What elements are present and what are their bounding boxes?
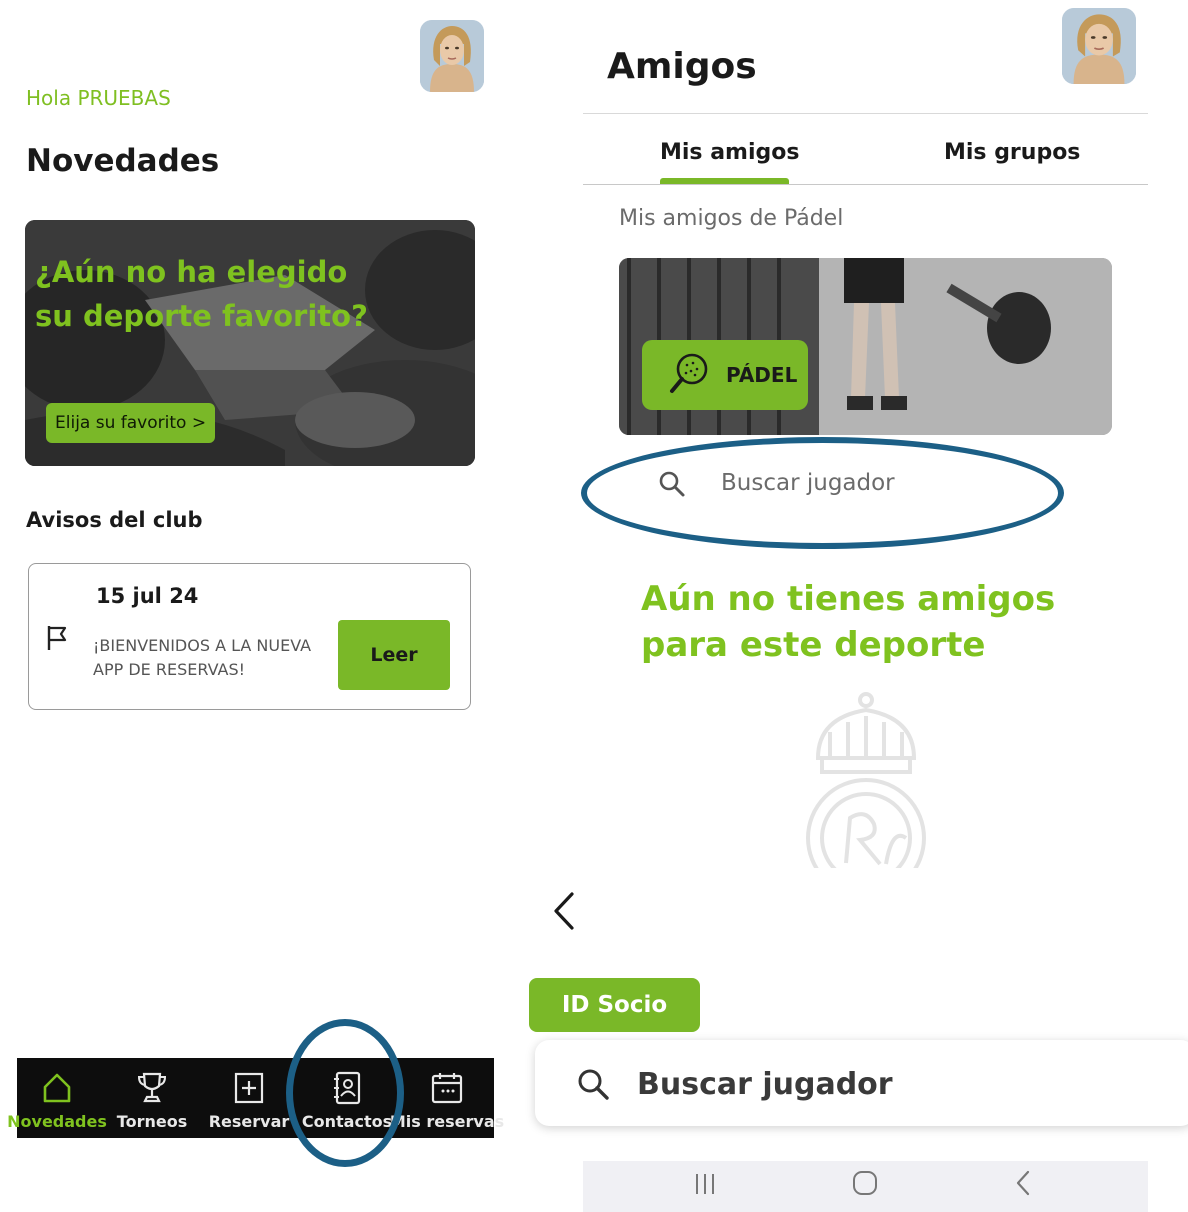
home-button-icon[interactable] <box>845 1161 885 1212</box>
user-avatar[interactable] <box>420 20 484 92</box>
plus-square-icon <box>234 1072 264 1104</box>
tab-mis-amigos[interactable]: Mis amigos <box>660 140 799 165</box>
id-socio-button[interactable]: ID Socio <box>529 978 700 1032</box>
system-navigation-bar <box>583 1161 1148 1212</box>
search-placeholder: Buscar jugador <box>637 1067 893 1102</box>
player-search-field[interactable]: Buscar jugador <box>535 1040 1188 1126</box>
page-title-amigos: Amigos <box>607 46 757 87</box>
home-icon <box>43 1073 71 1103</box>
search-icon <box>578 1069 609 1100</box>
nav-label: Novedades <box>7 1112 107 1131</box>
calendar-icon <box>431 1073 463 1104</box>
avatar-portrait-icon <box>420 20 484 92</box>
empty-friends-message: Aún no tienes amigos para este deporte <box>641 579 1056 665</box>
nav-item-mis-reservas[interactable]: Mis reservas <box>390 1058 504 1138</box>
notice-text: ¡BIENVENIDOS A LA NUEVA APP DE RESERVAS! <box>93 636 312 679</box>
notice-card: 15 jul 24 ¡BIENVENIDOS A LA NUEVA APP DE… <box>28 563 471 710</box>
back-button-icon[interactable] <box>1003 1161 1043 1212</box>
tab-mis-grupos[interactable]: Mis grupos <box>944 140 1080 165</box>
tabs-divider <box>583 184 1148 185</box>
friends-subheading: Mis amigos de Pádel <box>619 206 844 231</box>
back-chevron-icon[interactable] <box>550 890 580 932</box>
nav-item-torneos[interactable]: Torneos <box>109 1058 195 1138</box>
padel-badge[interactable]: PÁDEL <box>642 340 808 410</box>
nav-label: Torneos <box>116 1112 188 1131</box>
banner-headline: ¿Aún no ha elegido su deporte favorito? <box>35 255 368 333</box>
flag-icon <box>47 626 67 650</box>
club-notices-heading: Avisos del club <box>26 508 203 532</box>
club-crest-watermark <box>806 692 926 868</box>
choose-favorite-button[interactable]: Elija su favorito > <box>46 403 216 443</box>
greeting-text: Hola PRUEBAS <box>26 86 171 110</box>
bottom-navigation: Novedades Torneos Reservar Contactos Mis… <box>7 1058 504 1138</box>
avatar-portrait-icon <box>1062 8 1136 84</box>
trophy-icon <box>137 1072 167 1103</box>
nav-label: Mis reservas <box>389 1112 505 1131</box>
sport-label: PÁDEL <box>726 363 798 387</box>
recent-apps-icon[interactable] <box>685 1161 725 1212</box>
nav-item-reservar[interactable]: Reservar <box>205 1058 293 1138</box>
promo-banner[interactable]: ¿Aún no ha elegido su deporte favorito? … <box>25 220 475 466</box>
nav-label: Reservar <box>208 1112 290 1131</box>
notice-date: 15 jul 24 <box>96 584 199 608</box>
header-divider <box>583 113 1148 114</box>
contactos-highlight-ring <box>286 1019 404 1167</box>
padel-racket-icon <box>670 353 708 393</box>
page-title: Novedades <box>26 143 220 179</box>
nav-item-novedades[interactable]: Novedades <box>7 1058 107 1138</box>
user-avatar-right[interactable] <box>1062 8 1136 84</box>
sport-card-padel[interactable]: PÁDEL <box>619 258 1112 435</box>
search-highlight-ring <box>581 437 1064 549</box>
read-notice-button[interactable]: Leer <box>338 620 450 690</box>
